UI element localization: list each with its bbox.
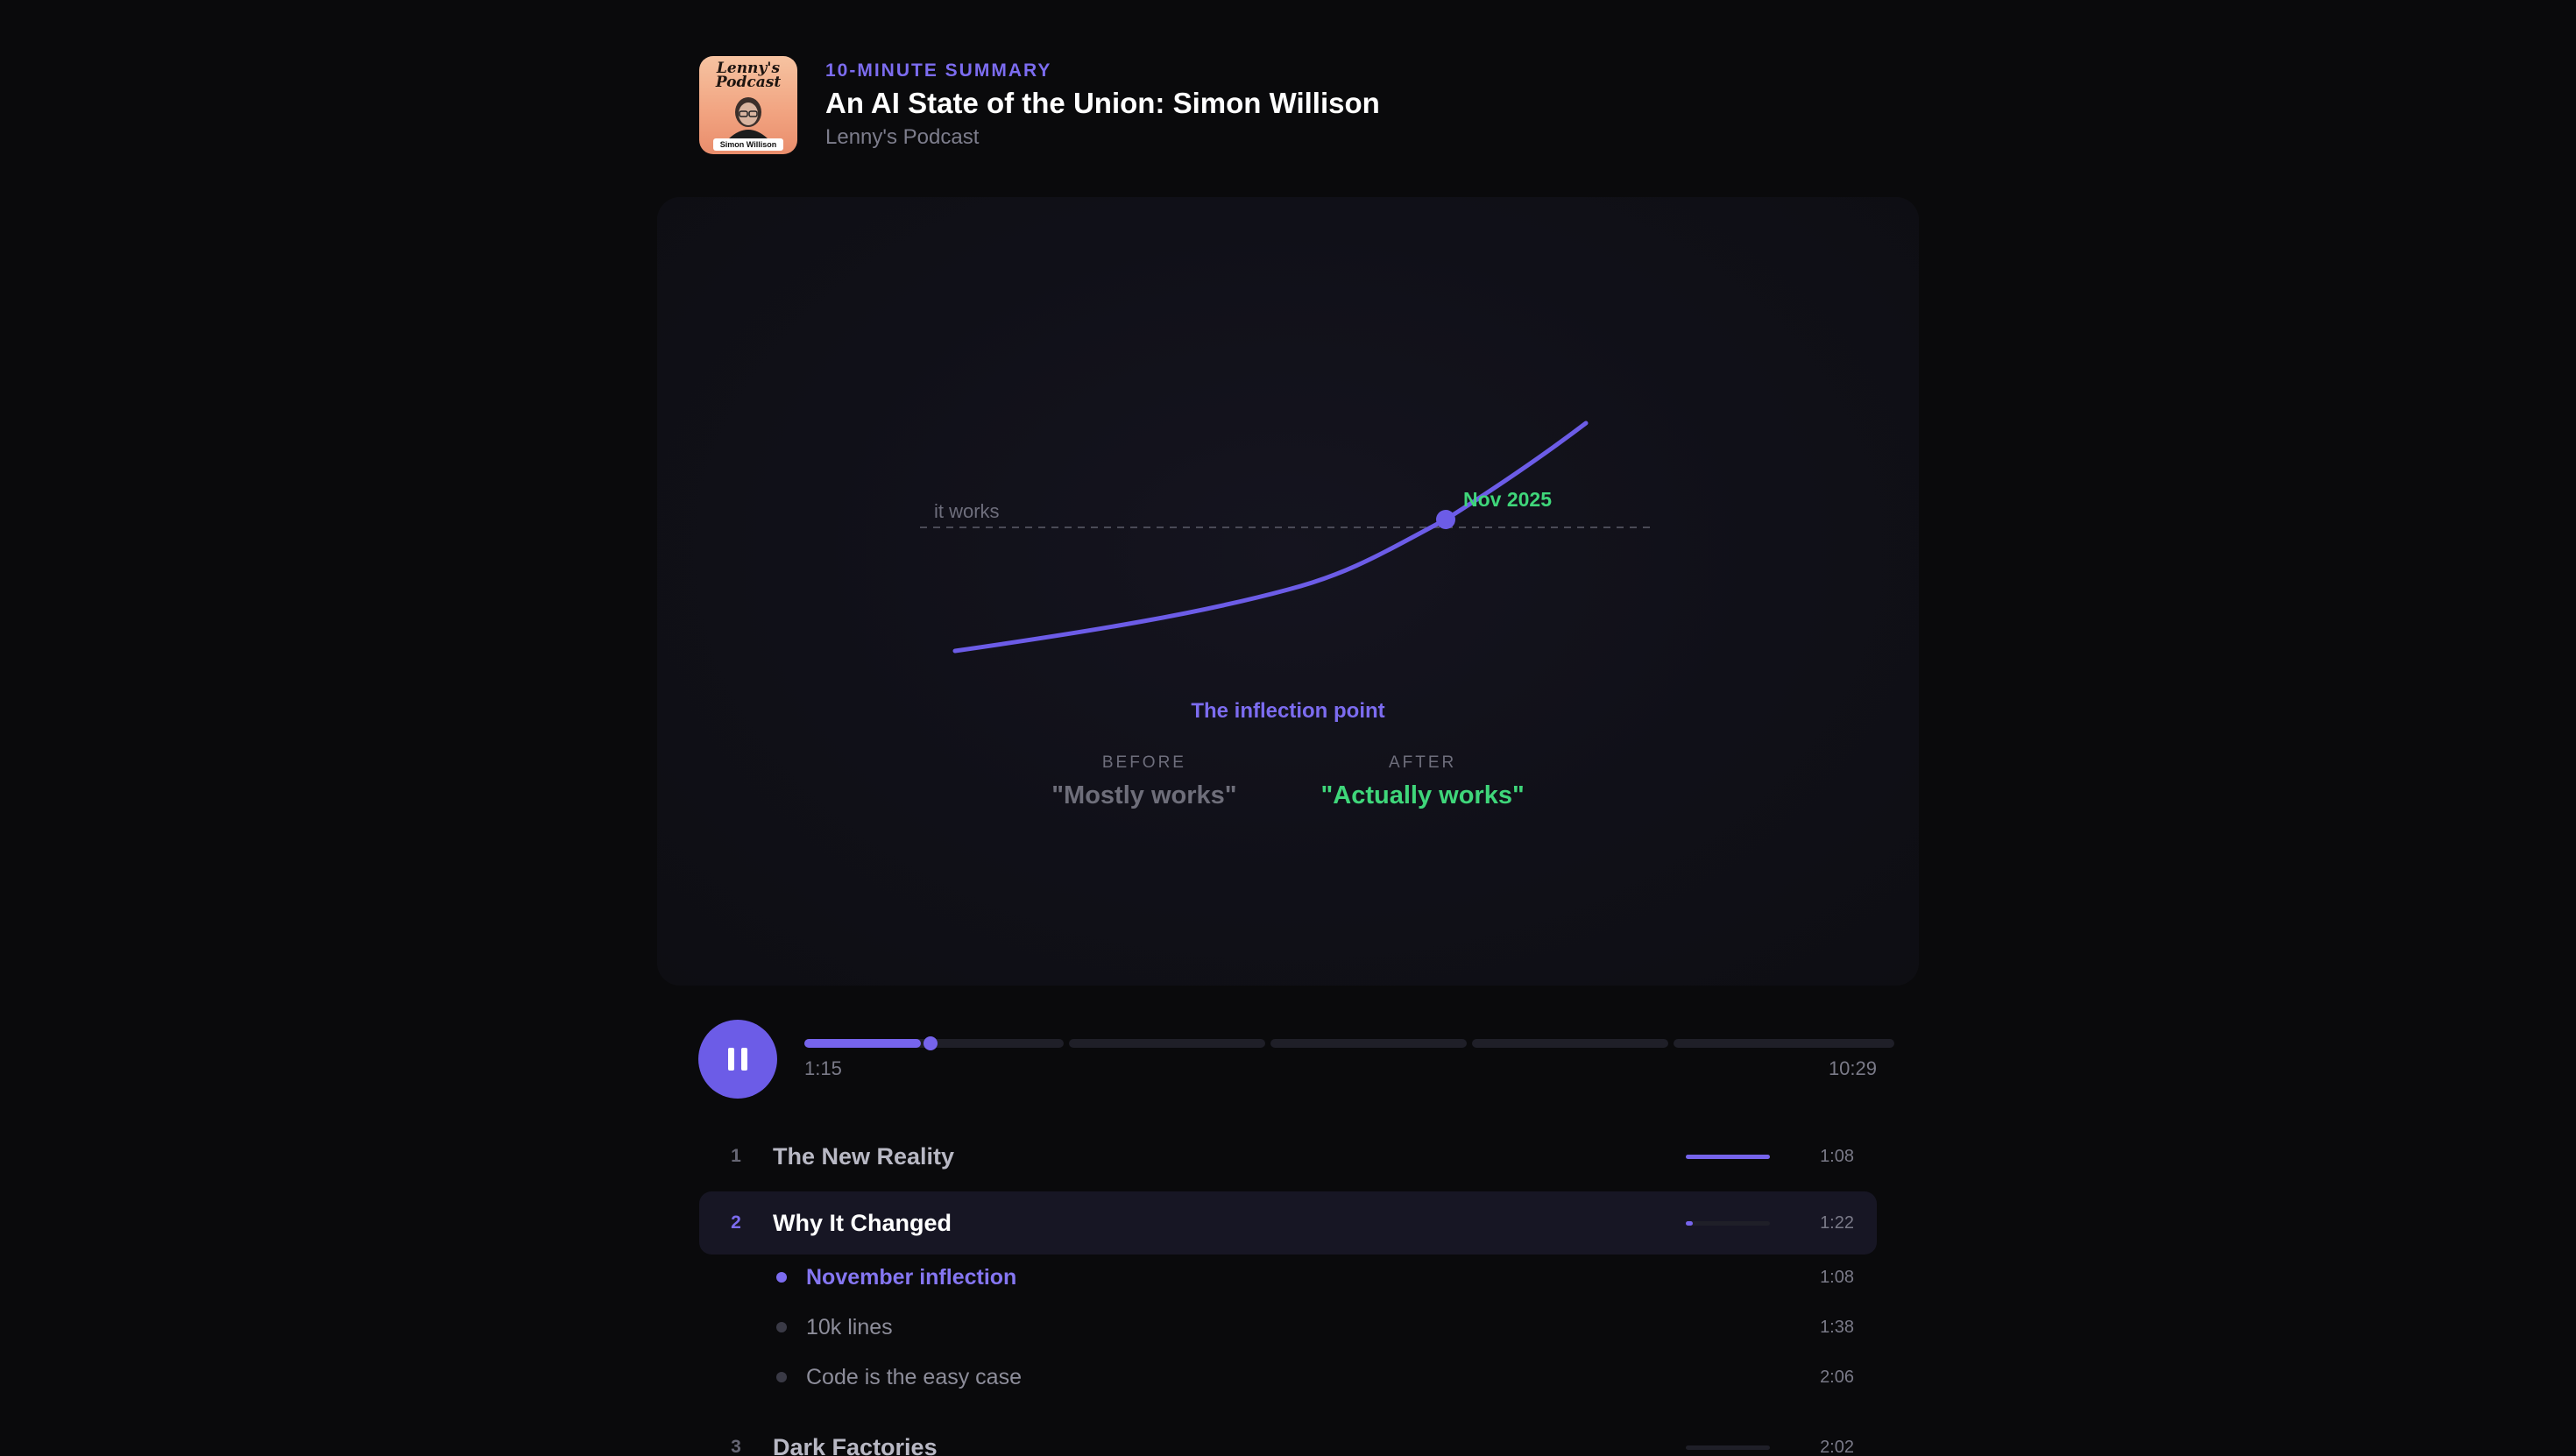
chapter-progress-fill [1686, 1220, 1693, 1226]
subchapter-item[interactable]: 10k lines 1:38 [699, 1305, 1877, 1349]
page: Lenny's Podcast Simon Willison 10-MINUTE… [0, 0, 2576, 1456]
inflection-diagram: it works Nov 2025 [920, 421, 1652, 654]
progress-track[interactable] [804, 1036, 1894, 1050]
podcast-cover: Lenny's Podcast Simon Willison [699, 56, 797, 154]
show-name: Lenny's Podcast [825, 125, 980, 149]
after-column: AFTER "Actually works" [1321, 753, 1525, 810]
progress-segment[interactable] [1472, 1039, 1668, 1048]
card-caption: The inflection point [1191, 699, 1385, 723]
guest-portrait-icon [729, 97, 768, 138]
visual-card: it works Nov 2025 The inflection point B… [657, 197, 1919, 986]
total-time: 10:29 [1828, 1057, 1877, 1079]
chapter-progress-bar [1686, 1154, 1770, 1159]
subchapter-title: Code is the easy case [806, 1364, 1022, 1389]
subchapter-title: 10k lines [806, 1314, 893, 1339]
before-column: BEFORE "Mostly works" [1051, 753, 1236, 810]
subchapter-dot-icon [776, 1372, 787, 1382]
episode-header: Lenny's Podcast Simon Willison 10-MINUTE… [699, 56, 1380, 154]
before-quote: "Mostly works" [1051, 781, 1237, 809]
subchapter-title: November inflection [806, 1264, 1017, 1290]
chapter-duration: 1:22 [1820, 1212, 1854, 1233]
chapter-title: Why It Changed [773, 1209, 952, 1236]
chapter-number: 2 [731, 1212, 741, 1233]
pause-icon [728, 1048, 747, 1071]
subchapter-duration: 2:06 [1820, 1367, 1854, 1387]
before-after-comparison: BEFORE "Mostly works" AFTER "Actually wo… [657, 753, 1919, 810]
chapter-row-active[interactable]: 2 Why It Changed 1:22 [699, 1191, 1877, 1255]
chapter-number: 3 [731, 1437, 741, 1456]
chapter-title: Dark Factories [773, 1433, 938, 1456]
subchapter-item[interactable]: Code is the easy case 2:06 [699, 1355, 1877, 1399]
subchapter-dot-icon [776, 1272, 787, 1283]
subchapter-item[interactable]: November inflection 1:08 [699, 1255, 1877, 1299]
header-text: 10-MINUTE SUMMARY An AI State of the Uni… [825, 60, 1380, 150]
progress-fill [804, 1039, 921, 1048]
inflection-date-label: Nov 2025 [1463, 488, 1552, 511]
chapter-title: The New Reality [773, 1142, 955, 1170]
after-label: AFTER [1388, 753, 1457, 772]
progress-segment[interactable] [1270, 1039, 1467, 1048]
progress-segment[interactable] [1069, 1039, 1265, 1048]
cover-title: Lenny's Podcast [715, 60, 782, 91]
episode-title: An AI State of the Union: Simon Willison [825, 87, 1380, 119]
inflection-point-marker [1436, 510, 1455, 529]
chapter-row[interactable]: 1 The New Reality 1:08 [699, 1125, 1877, 1188]
subchapter-dot-icon [776, 1322, 787, 1332]
progress-knob[interactable] [924, 1036, 938, 1050]
current-time: 1:15 [804, 1057, 842, 1079]
pause-button[interactable] [698, 1020, 777, 1099]
threshold-label: it works [934, 500, 1000, 522]
growth-curve [952, 421, 1589, 654]
subchapter-duration: 1:08 [1820, 1267, 1854, 1287]
chapter-progress-bar [1686, 1445, 1770, 1450]
chapter-progress-fill [1686, 1154, 1770, 1159]
after-quote: "Actually works" [1320, 781, 1525, 809]
progress-segment[interactable] [804, 1036, 1064, 1050]
before-label: BEFORE [1101, 753, 1186, 772]
summary-eyebrow: 10-MINUTE SUMMARY [825, 60, 1052, 81]
chapter-row[interactable]: 3 Dark Factories 2:02 [699, 1416, 1877, 1456]
chapter-progress-bar [1686, 1220, 1770, 1226]
subchapter-duration: 1:38 [1820, 1317, 1854, 1337]
chapter-number: 1 [731, 1146, 741, 1166]
chapter-duration: 1:08 [1820, 1146, 1854, 1166]
chapter-duration: 2:02 [1820, 1437, 1854, 1456]
cover-guest-tag: Simon Willison [713, 138, 783, 151]
progress-segment[interactable] [1674, 1039, 1894, 1048]
